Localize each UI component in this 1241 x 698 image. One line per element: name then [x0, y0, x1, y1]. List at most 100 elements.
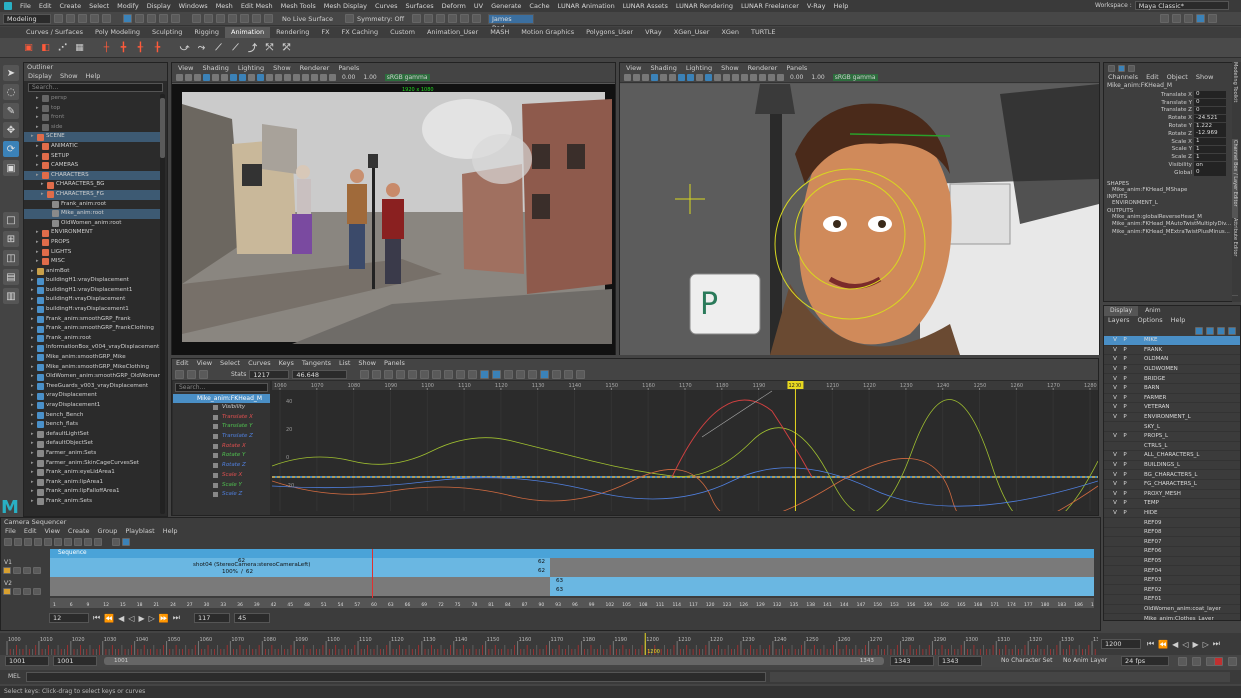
- set-key-rotate-icon[interactable]: ╉: [134, 41, 147, 54]
- layer-menu-options[interactable]: Options: [1138, 316, 1163, 325]
- outliner-layout-icon[interactable]: ▤: [3, 269, 19, 285]
- go-end-icon[interactable]: ⏭: [173, 613, 180, 623]
- menu-v-ray[interactable]: V-Ray: [807, 2, 826, 10]
- post-infinity-icon[interactable]: [552, 369, 562, 379]
- outliner-item[interactable]: ▸ TreeGuards_v003_vrayDisplacement: [24, 382, 161, 392]
- seq-tool-3-icon[interactable]: [24, 537, 32, 546]
- layer-row[interactable]: V P PROPS_L: [1104, 432, 1240, 442]
- gamma-value[interactable]: 1.00: [811, 74, 824, 81]
- seq-tool-4-icon[interactable]: [34, 537, 42, 546]
- layer-visibility-toggle[interactable]: V: [1110, 510, 1120, 516]
- expand-icon[interactable]: ▸: [31, 286, 35, 296]
- channel-attr-row[interactable]: Scale Y1: [1104, 145, 1240, 154]
- layer-playback-toggle[interactable]: P: [1120, 347, 1130, 353]
- menuset-dropdown[interactable]: Modeling: [3, 13, 51, 24]
- outliner-item[interactable]: ▸ CHARACTERS_FG: [24, 189, 161, 200]
- image-plane-icon[interactable]: [642, 73, 649, 81]
- shelf-tab-xgen-user[interactable]: XGen_User: [668, 27, 716, 38]
- play-back-icon[interactable]: ◁: [128, 614, 134, 623]
- outliner-item[interactable]: ▸ PROPS: [24, 238, 161, 248]
- channel-attr-row[interactable]: Translate X0: [1104, 91, 1240, 99]
- channel-menu-edit[interactable]: Edit: [1146, 73, 1159, 82]
- layer-visibility-toggle[interactable]: V: [1110, 395, 1120, 401]
- clamped-tangent-icon[interactable]: [432, 369, 442, 379]
- wireframe-icon[interactable]: [678, 73, 685, 81]
- menu-cache[interactable]: Cache: [529, 2, 549, 10]
- expand-icon[interactable]: ▸: [31, 363, 35, 373]
- outliner-item[interactable]: ▸ ANIMATIC: [24, 142, 161, 152]
- set-key-scale-icon[interactable]: ╊: [151, 41, 164, 54]
- layer-row[interactable]: REF01: [1104, 595, 1240, 605]
- expand-icon[interactable]: ▸: [41, 180, 45, 190]
- layer-playback-toggle[interactable]: P: [1120, 404, 1130, 410]
- viewport-menu-lighting[interactable]: Lighting: [686, 64, 712, 72]
- outliner-item[interactable]: ▸ InformationBox_v004_vrayDisplacement: [24, 343, 161, 353]
- expand-icon[interactable]: ▸: [36, 171, 40, 181]
- frame-all-icon[interactable]: [360, 369, 370, 379]
- insert-key-icon[interactable]: [187, 369, 196, 379]
- workspace-dropdown[interactable]: Maya Classic*: [1134, 1, 1229, 10]
- expand-icon[interactable]: ▸: [31, 382, 35, 392]
- range-bar[interactable]: 1001 1343: [104, 657, 884, 665]
- expand-icon[interactable]: ▸: [31, 478, 35, 488]
- channel-box-icon[interactable]: [1196, 14, 1205, 23]
- menu-mesh[interactable]: Mesh: [216, 2, 233, 10]
- outliner-menu-display[interactable]: Display: [28, 72, 52, 81]
- expand-icon[interactable]: ▸: [31, 411, 35, 421]
- shelf-tab-poly-modeling[interactable]: Poly Modeling: [89, 27, 146, 38]
- menu-windows[interactable]: Windows: [179, 2, 208, 10]
- channel-attr-value[interactable]: on: [1194, 161, 1226, 169]
- graph-editor-icon[interactable]: ⋰: [56, 41, 69, 54]
- outliner-item[interactable]: Frank_anim:root: [24, 200, 161, 210]
- normalize-icon[interactable]: [564, 369, 574, 379]
- expand-icon[interactable]: ▸: [31, 439, 35, 449]
- go-start-icon[interactable]: ⏮: [93, 613, 100, 623]
- outliner-item[interactable]: ▸ Frank_anim:lipFalloffArea1: [24, 487, 161, 497]
- film-gate-icon[interactable]: [212, 73, 219, 81]
- layer-playback-toggle[interactable]: P: [1120, 462, 1130, 468]
- sequencer-menu-edit[interactable]: Edit: [24, 527, 37, 536]
- graph-channel-item[interactable]: Visibility: [173, 403, 270, 413]
- expand-icon[interactable]: ▸: [36, 238, 40, 248]
- shelf-tab-fx-caching[interactable]: FX Caching: [336, 27, 385, 38]
- free-tangent-weight-icon[interactable]: [516, 369, 526, 379]
- expand-icon[interactable]: ▸: [31, 372, 35, 382]
- channel-box-toggle-icon[interactable]: [1108, 64, 1115, 72]
- layer-visibility-toggle[interactable]: V: [1110, 366, 1120, 372]
- lasso-tool-icon[interactable]: ◌: [3, 84, 19, 100]
- fps-dropdown[interactable]: 24 fps: [1121, 656, 1169, 666]
- menu-uv[interactable]: UV: [474, 2, 483, 10]
- layer-row[interactable]: CTRLS_L: [1104, 442, 1240, 452]
- ghost-icon[interactable]: ◧: [39, 41, 52, 54]
- bookmark-icon[interactable]: [633, 73, 640, 81]
- track-v1-lock-icon[interactable]: [3, 567, 11, 574]
- channel-attr-row[interactable]: Rotate Z -12.969: [1104, 130, 1240, 138]
- expand-icon[interactable]: ▸: [31, 343, 35, 353]
- flat-tangent-icon[interactable]: [456, 369, 466, 379]
- expand-icon[interactable]: ▸: [31, 353, 35, 363]
- graph-menu-keys[interactable]: Keys: [279, 359, 294, 368]
- shelf-tab-animation[interactable]: Animation: [225, 27, 271, 38]
- seq-tool-1-icon[interactable]: [4, 537, 12, 546]
- motion-blur-icon[interactable]: [732, 73, 739, 81]
- outputs-item[interactable]: Mike_anim:FKHead_MExtraTwistPlusMinus...: [1104, 229, 1240, 237]
- outliner-item[interactable]: ▸ CHARACTERS_BG: [24, 180, 161, 190]
- sequencer-menu-playblast[interactable]: Playblast: [125, 527, 154, 536]
- live-surface-label[interactable]: No Live Surface: [282, 15, 342, 23]
- graph-menu-curves[interactable]: Curves: [248, 359, 271, 368]
- layer-visibility-toggle[interactable]: V: [1110, 491, 1120, 497]
- menu-modify[interactable]: Modify: [117, 2, 139, 10]
- image-plane-icon[interactable]: [194, 73, 201, 81]
- seq-tool-12-icon[interactable]: [122, 537, 130, 546]
- wireframe-icon[interactable]: [230, 73, 237, 81]
- shot-clip-2[interactable]: 63 63: [550, 577, 1094, 596]
- layer-row[interactable]: V P VETERAN: [1104, 403, 1240, 413]
- move-layer-down-icon[interactable]: [1206, 326, 1214, 335]
- menu-create[interactable]: Create: [59, 2, 81, 10]
- outliner-menu-show[interactable]: Show: [60, 72, 78, 81]
- layer-visibility-toggle[interactable]: V: [1110, 347, 1120, 353]
- hypershade-icon[interactable]: [448, 14, 457, 23]
- expand-icon[interactable]: ▸: [36, 228, 40, 238]
- layer-playback-toggle[interactable]: P: [1120, 385, 1130, 391]
- layer-row[interactable]: V P FG_CHARACTERS_L: [1104, 480, 1240, 490]
